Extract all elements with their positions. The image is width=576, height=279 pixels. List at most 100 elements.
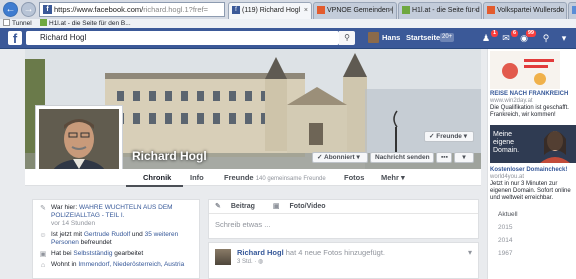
- intro-prefix: Ist jetzt mit: [51, 231, 84, 238]
- chevron-down-icon[interactable]: ▾: [468, 248, 472, 257]
- back-arrow-icon[interactable]: ←: [3, 2, 18, 17]
- post-header: Richard Hogl hat 4 neue Fotos hinzugefüg…: [237, 248, 385, 257]
- ad-title: Kostenloser Domaincheck!: [490, 167, 568, 173]
- favorite-tunnel[interactable]: Tunnel: [3, 19, 32, 28]
- intro-suffix: und: [130, 231, 145, 238]
- avatar: [368, 32, 379, 43]
- vp-icon: [487, 6, 495, 14]
- search-icon[interactable]: ⚲: [339, 31, 355, 45]
- search-input[interactable]: Richard Hogl: [26, 31, 339, 45]
- ad-graphic: [490, 51, 560, 89]
- close-icon[interactable]: ×: [389, 3, 393, 18]
- blank-page-icon: [3, 19, 10, 26]
- intro-home: ⌂ Wohnt in Immendorf, Niederösterreich, …: [39, 261, 193, 269]
- avatar[interactable]: [215, 249, 231, 265]
- post-timestamp[interactable]: 3 Std. · ◍: [237, 258, 263, 265]
- tab-label: VPNOE Gemeinden |: [327, 7, 394, 14]
- ad-person-graphic: [540, 131, 570, 163]
- page-icon: [572, 6, 576, 14]
- tab-info[interactable]: Info: [190, 172, 204, 183]
- status-tab[interactable]: ✎ Beitrag: [215, 203, 263, 210]
- tab-freunde[interactable]: Freunde 140 gemeinsame Freunde: [224, 172, 326, 185]
- address-path: richard.hogl.1?fref=: [143, 5, 209, 14]
- composer-input[interactable]: Schreib etwas ...: [209, 214, 478, 238]
- browser-tab-3[interactable]: H1l.at - die Seite für d ×: [398, 2, 482, 19]
- favorite-label: Tunnel: [12, 20, 32, 27]
- facebook-icon: f: [232, 6, 240, 14]
- photo-video-tab[interactable]: ▣ Foto/Video: [273, 203, 334, 210]
- close-icon[interactable]: ×: [304, 3, 308, 18]
- favorites-bar: Tunnel H1l.at - die Seite für den B...: [0, 19, 576, 28]
- forward-arrow-icon[interactable]: →: [21, 2, 36, 17]
- intro-prefix: Hat bei: [51, 250, 74, 257]
- subscribe-button-label: Abonniert: [324, 154, 355, 161]
- messages-icon[interactable]: ✉ 6: [500, 30, 518, 44]
- friend-requests-icon[interactable]: ♟ 1: [480, 30, 498, 44]
- tab-chronik[interactable]: Chronik: [143, 172, 171, 183]
- year-item[interactable]: 2014: [496, 234, 546, 247]
- tab-label: (119) Richard Hogl: [242, 7, 301, 14]
- friend-link[interactable]: Gertrude Rudolf: [84, 231, 130, 238]
- ad-text: Die Qualifikation ist geschafft. Frankre…: [490, 105, 569, 118]
- browser-tab-5[interactable]: oe: [568, 2, 576, 19]
- notifications-icon[interactable]: ◉ 99: [518, 30, 536, 44]
- post-time-label: 3 Std.: [237, 259, 253, 265]
- tab-fotos[interactable]: Fotos: [344, 172, 364, 183]
- browser-tab-1[interactable]: f (119) Richard Hogl ×: [228, 2, 312, 19]
- browser-tab-2[interactable]: VPNOE Gemeinden | ×: [313, 2, 397, 19]
- year-item[interactable]: 2015: [496, 221, 546, 234]
- status-label: Beitrag: [230, 203, 255, 210]
- home-icon: ⌂: [40, 262, 46, 269]
- facebook-top-bar: f Richard Hogl ⚲ Hans Startseite 20+ ♟ 1 …: [0, 28, 576, 49]
- intro-work: ▣ Hat bei Selbstständig gearbeitet: [39, 250, 193, 258]
- profile-name[interactable]: Richard Hogl: [132, 149, 207, 163]
- friends-button-label: Freunde: [436, 133, 462, 140]
- more-options-icon[interactable]: ▪▪▪: [436, 152, 452, 163]
- message-button[interactable]: Nachricht senden: [370, 152, 434, 163]
- timeline-post: Richard Hogl hat 4 neue Fotos hinzugefüg…: [208, 242, 479, 279]
- friends-button[interactable]: ✓ Freunde ▾: [424, 131, 474, 142]
- privacy-lock-icon[interactable]: ⚲: [540, 32, 552, 44]
- intro-suffix: befreundet: [78, 239, 112, 246]
- facebook-logo[interactable]: f: [8, 31, 22, 45]
- ad-domain: www.win2day.at: [490, 98, 533, 104]
- intro-checkin: ✎ War hier: WAHRE WUCHTELN AUS DEM POLIZ…: [39, 204, 193, 228]
- pencil-icon: ✎: [215, 203, 221, 210]
- intro-prefix: Wohnt in: [51, 261, 79, 268]
- ad-2[interactable]: Kostenloser Domaincheck! world4you.at Je…: [490, 167, 576, 202]
- year-item[interactable]: 1967: [496, 247, 546, 260]
- address-bar[interactable]: f https://www.facebook.com/richard.hogl.…: [39, 2, 225, 17]
- subscribe-button[interactable]: ✓ Abonniert ▾: [312, 152, 368, 163]
- profile-link[interactable]: Hans: [368, 31, 400, 45]
- notifications-badge: 99: [525, 30, 536, 37]
- message-button-label: Nachricht senden: [375, 154, 430, 161]
- favorite-h1l[interactable]: H1l.at - die Seite für den B...: [40, 19, 131, 28]
- work-link[interactable]: Selbstständig: [73, 250, 112, 257]
- tab-mehr-label: Mehr: [381, 173, 399, 182]
- tab-label: Volkspartei Wullersdo: [497, 7, 565, 14]
- page-icon: [40, 19, 47, 26]
- camera-icon: ▣: [272, 203, 280, 210]
- home-link[interactable]: Startseite: [406, 31, 440, 45]
- ad-title: REISE NACH FRANKREICH: [490, 91, 569, 97]
- timeline-year-nav: Aktuell 2015 2014 1967: [494, 208, 546, 279]
- ad-image[interactable]: Meine eigene Domain.: [490, 125, 576, 163]
- close-icon[interactable]: ×: [474, 3, 478, 18]
- user-name: Hans: [382, 33, 401, 42]
- ad-1[interactable]: REISE NACH FRANKREICH www.win2day.at Die…: [490, 91, 576, 119]
- ad-domain: world4you.at: [490, 174, 525, 180]
- chevron-down-icon[interactable]: ▾: [558, 32, 570, 44]
- home-location-link[interactable]: Immendorf, Niederösterreich, Austria: [78, 261, 184, 268]
- year-current[interactable]: Aktuell: [496, 208, 546, 221]
- browser-tab-4[interactable]: Volkspartei Wullersdo ×: [483, 2, 567, 19]
- friends-icon: ☺: [39, 232, 47, 239]
- facebook-icon: f: [43, 5, 52, 14]
- close-icon[interactable]: ×: [559, 3, 563, 18]
- profile-tabs: Chronik Info Freunde 140 gemeinsame Freu…: [25, 169, 481, 187]
- post-author[interactable]: Richard Hogl: [237, 248, 284, 257]
- chevron-down-icon[interactable]: ▾: [454, 152, 474, 163]
- page-icon: [402, 6, 410, 14]
- favorite-label: H1l.at - die Seite für den B...: [49, 20, 131, 27]
- tab-mehr[interactable]: Mehr ▾: [381, 172, 405, 183]
- ad-image[interactable]: [490, 51, 560, 89]
